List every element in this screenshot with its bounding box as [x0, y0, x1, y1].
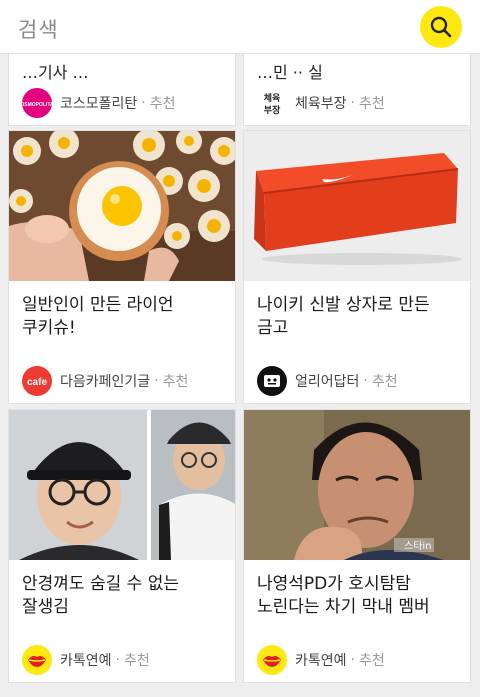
- search-icon: [430, 16, 452, 38]
- svg-text:부장: 부장: [264, 104, 281, 116]
- article-source: 체육 부장 체육부장 · 추천: [257, 88, 385, 118]
- cafe-logo-icon: cafe: [22, 366, 52, 396]
- source-name: 얼리어답터: [295, 374, 360, 390]
- article-source: cafe 다음카페인기글 · 추천: [22, 366, 188, 396]
- source-name: 카톡연예: [295, 653, 347, 669]
- search-button[interactable]: [420, 6, 462, 48]
- article-title: 안경껴도 숨길 수 없는 잘생김: [22, 574, 179, 617]
- content-feed: …기사 … COSMOPOLITAN 코스모폴리탄 · 추천 …민 ·· 실 체…: [0, 0, 480, 697]
- search-input[interactable]: 검색: [18, 14, 59, 44]
- article-source: 얼리어답터 · 추천: [257, 366, 398, 396]
- article-title-cut: …민 ·· 실: [257, 63, 323, 82]
- robot-face-icon: [257, 366, 287, 396]
- article-source: 카톡연예 · 추천: [257, 645, 385, 675]
- watermark-text: 스타in: [404, 540, 432, 552]
- separator-dot: ·: [141, 95, 146, 111]
- article-source: COSMOPOLITAN 코스모폴리탄 · 추천: [22, 88, 176, 118]
- glasses-idol-image: [9, 410, 235, 560]
- search-header: 검색: [0, 0, 480, 54]
- svg-text:COSMOPOLITAN: COSMOPOLITAN: [22, 102, 52, 108]
- egg-cookie-image: [9, 131, 235, 281]
- recommend-label: 추천: [358, 96, 385, 112]
- recommend-label: 추천: [358, 653, 385, 669]
- article-title: 일반인이 만든 라이언 쿠키슈!: [22, 295, 174, 338]
- separator-dot: ·: [115, 652, 120, 668]
- article-title-cut: …기사 …: [22, 63, 89, 82]
- article-card-glasses[interactable]: 안경껴도 숨길 수 없는 잘생김 카톡연예 · 추천: [8, 409, 236, 683]
- separator-dot: ·: [350, 95, 355, 111]
- article-source: 카톡연예 · 추천: [22, 645, 150, 675]
- recommend-label: 추천: [162, 374, 189, 390]
- article-title: 나이키 신발 상자로 만든 금고: [257, 295, 430, 338]
- lips-icon: [257, 645, 287, 675]
- sports-chief-logo-icon: 체육 부장: [257, 88, 287, 118]
- source-name: 체육부장: [295, 96, 347, 112]
- separator-dot: ·: [363, 373, 368, 389]
- source-name: 코스모폴리탄: [60, 96, 138, 112]
- recommend-label: 추천: [149, 96, 176, 112]
- shoebox-image: [244, 131, 470, 281]
- article-title: 나영석PD가 호시탐탐 노린다는 차기 막내 멤버: [257, 574, 430, 617]
- cosmopolitan-logo-icon: COSMOPOLITAN: [22, 88, 52, 118]
- article-card-lion-cookie[interactable]: 일반인이 만든 라이언 쿠키슈! cafe 다음카페인기글 · 추천: [8, 130, 236, 404]
- separator-dot: ·: [154, 373, 159, 389]
- source-name: 다음카페인기글: [60, 374, 151, 390]
- recommend-label: 추천: [123, 653, 150, 669]
- article-card-nayoungseok[interactable]: 스타in 나영석PD가 호시탐탐 노린다는 차기 막내 멤버 카톡연예 · 추천: [243, 409, 471, 683]
- separator-dot: ·: [350, 652, 355, 668]
- actor-portrait-image: 스타in: [244, 410, 470, 560]
- cafe-badge-text: cafe: [27, 377, 47, 388]
- lips-icon: [22, 645, 52, 675]
- recommend-label: 추천: [371, 374, 398, 390]
- source-name: 카톡연예: [60, 653, 112, 669]
- svg-text:체육: 체육: [264, 92, 281, 104]
- article-card-nike-safe[interactable]: 나이키 신발 상자로 만든 금고 얼리어답터 · 추천: [243, 130, 471, 404]
